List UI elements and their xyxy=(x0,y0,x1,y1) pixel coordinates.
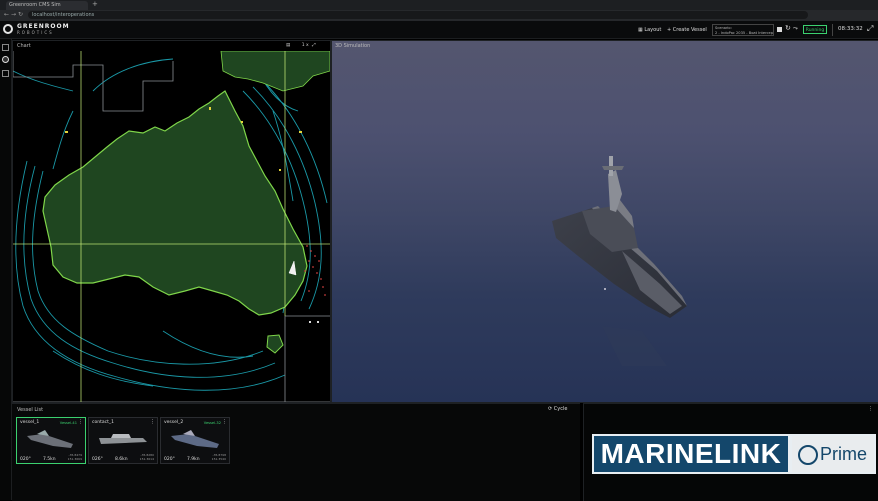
step-icon[interactable]: ⤳ xyxy=(793,25,798,33)
watermark-right: Prime xyxy=(790,434,876,474)
map-type-icon[interactable]: ▤ xyxy=(286,43,290,48)
simulation-title: 3D Simulation xyxy=(335,43,371,49)
marinelink-watermark: MARINELINK Prime xyxy=(592,434,876,474)
warship-3d-model xyxy=(552,156,687,366)
water-buoy xyxy=(604,288,606,290)
layers-icon[interactable] xyxy=(2,44,9,51)
nautical-chart[interactable] xyxy=(13,51,330,402)
vessel-card-name: vessel_2 xyxy=(164,420,184,425)
vessel-card-model: Vessel-32 xyxy=(203,421,221,425)
plus-icon: + xyxy=(667,27,672,33)
brand-name: GREENROOM xyxy=(17,23,70,30)
browser-tab-bar: Greenroom CMS Sim + xyxy=(0,0,878,10)
kebab-icon[interactable]: ⋮ xyxy=(222,419,227,425)
simulation-panel[interactable]: 3D Simulation xyxy=(331,40,878,403)
brand-subtitle: ROBOTICS xyxy=(17,30,54,35)
left-toolbar xyxy=(0,39,12,500)
vessel-card-name: contact_1 xyxy=(92,420,114,425)
compass-wheel-icon xyxy=(798,445,818,466)
northern-land-block xyxy=(220,51,330,92)
vessel-card-heading: 020° xyxy=(164,457,175,462)
greenroom-logo-icon xyxy=(3,24,13,34)
vessel-card-position: -35.8479 151.3669 xyxy=(67,453,82,461)
tasmania-landmass xyxy=(266,334,284,354)
new-tab-icon[interactable]: + xyxy=(92,0,98,8)
chart-scale[interactable]: 1 x xyxy=(302,43,309,48)
browser-url-bar: ← → ↻ localhost/interoperations xyxy=(0,10,878,21)
layout-button[interactable]: ▦ Layout xyxy=(638,27,661,33)
kebab-icon[interactable]: ⋮ xyxy=(868,406,873,412)
vessel-card-speed: 8.6kn xyxy=(115,457,128,462)
vessel-card-speed: 7.5kn xyxy=(43,457,56,462)
vessel-thumbnail xyxy=(171,430,219,448)
vessel-card-position: -35.8280 151.3614 xyxy=(139,453,154,461)
kebab-icon[interactable]: ⋮ xyxy=(150,419,155,425)
browser-back-icon[interactable]: ← xyxy=(4,11,9,18)
kebab-icon[interactable]: ⋮ xyxy=(78,419,83,425)
vessel-card[interactable]: vessel_2 Vessel-32 ⋮ 020° 7.9kn -35.8798… xyxy=(160,417,230,464)
vessel-card-heading: 026° xyxy=(92,457,103,462)
vessel-card[interactable]: contact_1 ⋮ 026° 8.6kn -35.8280 151.3614 xyxy=(88,417,158,464)
chart-toolbar: ▤ 1 x ⤢ xyxy=(286,42,316,48)
stop-icon[interactable] xyxy=(777,27,782,32)
cycle-button[interactable]: ⟳ Cycle xyxy=(548,406,567,412)
browser-forward-icon[interactable]: → xyxy=(11,11,16,18)
vessel-card-name: vessel_1 xyxy=(20,420,40,425)
address-input[interactable]: localhost/interoperations xyxy=(28,11,808,19)
vessel-card-heading: 020° xyxy=(20,457,31,462)
expand-icon[interactable]: ⤢ xyxy=(867,24,873,34)
vessel-card[interactable]: vessel_1 Vessel-41 ⋮ 020° 7.5kn -35.8479… xyxy=(16,417,86,464)
cycle-icon: ⟳ xyxy=(548,406,553,412)
divider xyxy=(832,24,833,36)
scenario-select[interactable]: Scenario: 2 - IndoPac 2035 - Boat Interc… xyxy=(712,24,774,36)
create-vessel-button[interactable]: + Create Vessel xyxy=(667,27,707,33)
grid-icon[interactable] xyxy=(2,70,9,77)
gear-icon[interactable] xyxy=(2,56,9,63)
vessel-thumbnail xyxy=(27,430,73,448)
traffic-dots xyxy=(304,245,326,296)
vessel-list-title: Vessel List xyxy=(17,407,44,413)
chart-expand-icon[interactable]: ⤢ xyxy=(312,43,316,48)
australia-landmass xyxy=(42,90,308,316)
chart-corner-icons xyxy=(309,321,319,323)
restart-icon[interactable]: ↻ xyxy=(785,24,791,32)
vessel-card-position: -35.8798 151.3540 xyxy=(211,453,226,461)
vessel-card-model: Vessel-41 xyxy=(59,421,77,425)
vessel-thumbnail xyxy=(99,434,147,444)
vessel-card-speed: 7.9kn xyxy=(187,457,200,462)
chart-panel: Chart ▤ 1 x ⤢ xyxy=(12,40,331,403)
status-badge: Running xyxy=(803,25,827,34)
browser-tab[interactable]: Greenroom CMS Sim xyxy=(6,1,88,10)
chart-title: Chart xyxy=(17,43,31,49)
sim-clock: 08:33:32 xyxy=(838,26,863,32)
watermark-left: MARINELINK xyxy=(592,434,790,474)
layout-grid-icon: ▦ xyxy=(638,27,643,33)
reload-icon[interactable]: ↻ xyxy=(18,11,23,18)
